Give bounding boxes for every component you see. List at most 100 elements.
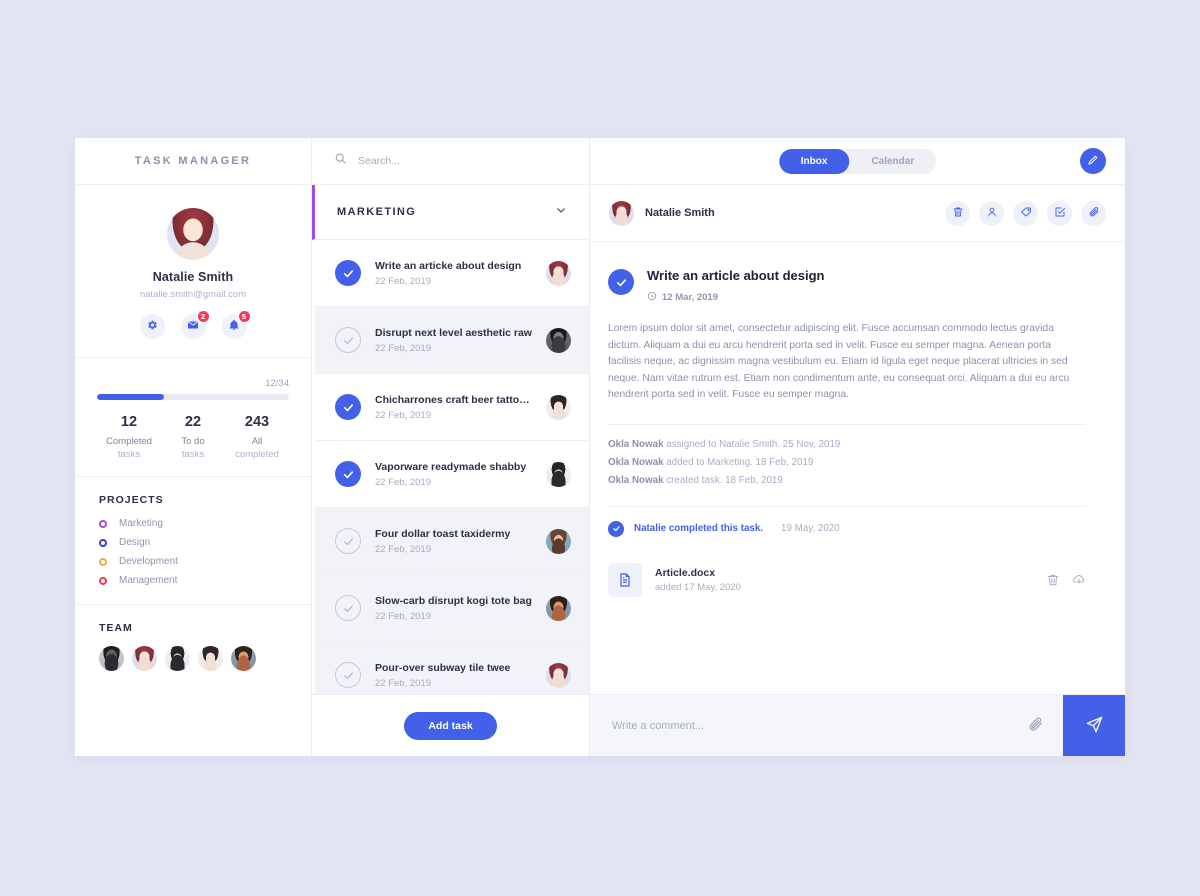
- task-assignee-avatar[interactable]: [546, 260, 571, 286]
- completed-check-icon: [608, 520, 624, 537]
- detail-task-title-block: Write an article about design 12 Mar, 20…: [647, 268, 824, 304]
- avatar[interactable]: [198, 646, 223, 671]
- attachment-item[interactable]: Article.docx added 17 May, 2020: [608, 562, 1086, 597]
- chevron-down-icon[interactable]: [555, 203, 567, 221]
- attachment-text: Article.docx added 17 May, 2020: [655, 567, 741, 593]
- projects-section: PROJECTS Marketing Design Development Ma…: [75, 477, 311, 605]
- projects-title: PROJECTS: [99, 494, 164, 506]
- detail-owner-name: Natalie Smith: [645, 207, 715, 219]
- gear-icon: [146, 318, 158, 336]
- task-manager-window: TASK MANAGER Natalie Smith natalie.smith…: [75, 138, 1125, 756]
- page-title: Write an article about design: [647, 268, 825, 283]
- progress-fill: [97, 394, 165, 400]
- task-checkbox-unchecked[interactable]: [335, 595, 361, 621]
- task-assignee-avatar[interactable]: [546, 327, 571, 353]
- attachment-meta: added 17 May, 2020: [655, 581, 741, 593]
- notifications-badge: 5: [237, 310, 251, 323]
- compose-button[interactable]: [1080, 148, 1106, 174]
- detail-task-checkbox[interactable]: [608, 269, 634, 295]
- document-icon: [608, 562, 642, 597]
- task-assignee-avatar[interactable]: [546, 394, 571, 420]
- avatar[interactable]: [609, 200, 634, 226]
- avatar[interactable]: [165, 646, 190, 671]
- tab-inbox[interactable]: Inbox: [778, 148, 850, 174]
- task-assignee-avatar[interactable]: [546, 528, 571, 554]
- delete-button[interactable]: [945, 200, 970, 226]
- activity-entry: Okla Nowak added to Marketing. 18 Feb, 2…: [608, 457, 1101, 468]
- delete-file-button[interactable]: [1046, 573, 1060, 587]
- task-text: Four dollar toast taxidermy 22 Feb, 2019: [375, 528, 532, 555]
- task-list-item[interactable]: Chicharrones craft beer tattooed 22 Feb,…: [315, 374, 589, 441]
- detail-task-date: 12 Mar, 2019: [662, 292, 718, 303]
- task-date: 22 Feb, 2019: [375, 275, 431, 287]
- task-detail-column: Inbox Calendar Natalie Smith Write an ar…: [590, 138, 1125, 756]
- add-task-button[interactable]: Add task: [404, 711, 497, 740]
- avatar[interactable]: [132, 646, 157, 671]
- tab-calendar[interactable]: Calendar: [849, 149, 936, 174]
- delete-file-icon: [1046, 574, 1060, 590]
- task-assignee-avatar[interactable]: [546, 662, 571, 688]
- stat-todo-tasks: 22 To do tasks: [161, 414, 225, 460]
- task-text: Disrupt next level aesthetic raw 22 Feb,…: [375, 327, 532, 354]
- edit-task-button[interactable]: [1047, 200, 1072, 226]
- sidebar-item-marketing[interactable]: Marketing: [99, 518, 287, 529]
- settings-button[interactable]: [139, 314, 165, 339]
- download-file-icon: [1072, 574, 1086, 590]
- detail-body[interactable]: Write an article about design 12 Mar, 20…: [590, 242, 1125, 694]
- activity-text: assigned to Natalie Smith. 25 Nov, 2019: [663, 438, 841, 450]
- team-title: TEAM: [99, 622, 133, 634]
- task-assignee-avatar[interactable]: [546, 595, 571, 621]
- avatar[interactable]: [231, 646, 256, 671]
- detail-task-date-row: 12 Mar, 2019: [647, 291, 824, 304]
- project-color-dot: [99, 557, 107, 566]
- notifications-button[interactable]: 5: [221, 310, 251, 339]
- brand-title: TASK MANAGER: [134, 155, 252, 167]
- task-date: 22 Feb, 2019: [375, 610, 431, 622]
- activity-actor: Okla Nowak: [608, 438, 664, 450]
- sidebar-item-design[interactable]: Design: [99, 537, 287, 548]
- download-file-button[interactable]: [1072, 573, 1086, 587]
- tag-button[interactable]: [1013, 200, 1038, 226]
- task-checkbox-checked[interactable]: [335, 260, 361, 286]
- task-list-item[interactable]: Disrupt next level aesthetic raw 22 Feb,…: [315, 307, 589, 374]
- detail-action-icons: [945, 200, 1106, 226]
- task-list-item[interactable]: Write an articke about design 22 Feb, 20…: [315, 240, 589, 307]
- task-list-item[interactable]: Slow-carb disrupt kogi tote bag 22 Feb, …: [315, 575, 589, 642]
- messages-button[interactable]: 2: [180, 310, 210, 339]
- search-bar: [312, 138, 589, 185]
- assign-user-button[interactable]: [979, 200, 1004, 226]
- attach-button[interactable]: [1081, 200, 1106, 226]
- comment-attach-button[interactable]: [1007, 695, 1063, 756]
- comment-input[interactable]: [590, 695, 1007, 756]
- task-text: Slow-carb disrupt kogi tote bag 22 Feb, …: [375, 595, 532, 622]
- task-title: Write an articke about design: [375, 259, 522, 272]
- send-comment-button[interactable]: [1063, 695, 1125, 756]
- task-text: Chicharrones craft beer tattooed 22 Feb,…: [375, 394, 532, 421]
- task-list-item[interactable]: Pour-over subway tile twee 22 Feb, 2019: [315, 642, 589, 694]
- clock-icon: [647, 291, 657, 304]
- task-checkbox-unchecked[interactable]: [335, 528, 361, 554]
- stat-label-line2: tasks: [117, 449, 141, 460]
- task-date: 22 Feb, 2019: [375, 409, 431, 421]
- project-color-dot: [99, 576, 107, 585]
- sidebar-item-development[interactable]: Development: [99, 556, 287, 567]
- profile-avatar[interactable]: [167, 208, 219, 260]
- project-label: Management: [119, 575, 178, 586]
- progress-track: [97, 394, 289, 400]
- task-list-scroll[interactable]: Write an articke about design 22 Feb, 20…: [312, 240, 589, 694]
- search-input[interactable]: [358, 155, 508, 167]
- task-list-item[interactable]: Four dollar toast taxidermy 22 Feb, 2019: [315, 508, 589, 575]
- task-assignee-avatar[interactable]: [546, 461, 571, 487]
- task-checkbox-checked[interactable]: [335, 461, 361, 487]
- task-list-footer: Add task: [312, 694, 589, 756]
- task-checkbox-unchecked[interactable]: [335, 662, 361, 688]
- sidebar-item-management[interactable]: Management: [99, 575, 287, 586]
- task-group-header[interactable]: MARKETING: [312, 185, 589, 240]
- stat-all-completed: 243 All completed: [225, 414, 289, 460]
- avatar[interactable]: [99, 646, 124, 671]
- brand-header: TASK MANAGER: [75, 138, 311, 185]
- task-checkbox-checked[interactable]: [335, 394, 361, 420]
- task-date: 22 Feb, 2019: [375, 342, 431, 354]
- task-list-item[interactable]: Vaporware readymade shabby 22 Feb, 2019: [315, 441, 589, 508]
- task-checkbox-unchecked[interactable]: [335, 327, 361, 353]
